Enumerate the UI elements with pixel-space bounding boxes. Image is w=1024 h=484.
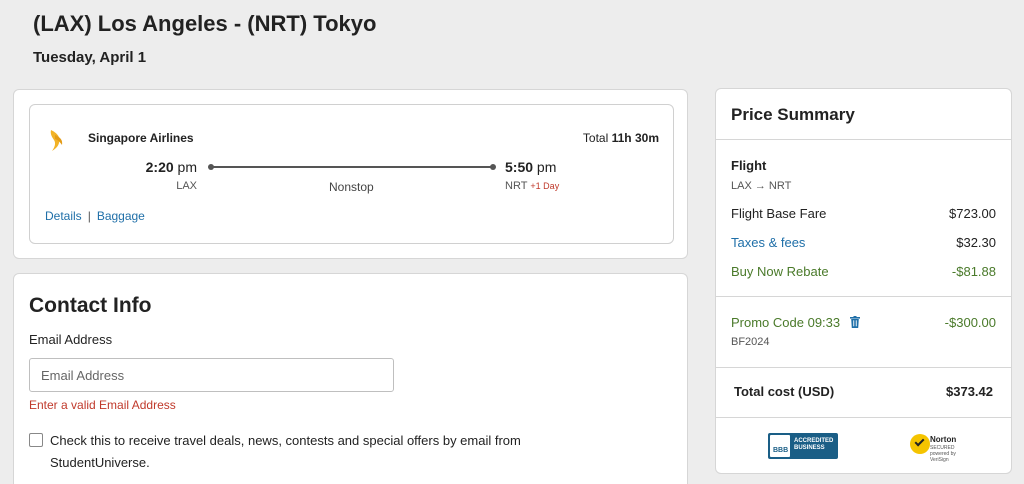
arrival-period: pm: [536, 159, 557, 175]
norton-text: Norton: [930, 435, 957, 444]
taxes-fees-value: $32.30: [956, 235, 996, 250]
departure-airport-code: LAX: [176, 180, 197, 192]
arrival-airport-code: NRT: [505, 180, 528, 192]
divider: [716, 139, 1011, 140]
day-offset-badge: +1 Day: [530, 181, 560, 191]
norton-check-icon: [910, 434, 930, 454]
flight-segment: Singapore Airlines Total 11h 30m 2:20 pm…: [29, 104, 674, 244]
promo-code-row: Promo Code 09:33: [731, 315, 860, 330]
trash-icon[interactable]: [849, 316, 860, 328]
email-error-message: Enter a valid Email Address: [29, 398, 176, 412]
norton-secured-text: SECURED powered by VeriSign: [930, 445, 960, 463]
divider: [716, 417, 1011, 418]
price-summary-title: Price Summary: [731, 105, 855, 124]
departure-period: pm: [177, 159, 197, 175]
bbb-accredited-text: ACCREDITED BUSINESS: [794, 438, 834, 451]
total-duration-value: 11h 30m: [611, 131, 659, 145]
route-line: [211, 166, 493, 168]
total-duration: Total 11h 30m: [583, 131, 659, 145]
taxes-fees-link[interactable]: Taxes & fees: [731, 235, 805, 250]
arrival-time-value: 5:50: [505, 159, 534, 175]
base-fare-value: $723.00: [949, 206, 996, 221]
total-cost-value: $373.42: [946, 384, 993, 399]
bbb-seal-icon: BBB: [770, 435, 790, 457]
page-title: (LAX) Los Angeles - (NRT) Tokyo: [33, 11, 377, 36]
divider: [716, 296, 1011, 297]
promo-code-value: BF2024: [731, 336, 770, 348]
flight-links: Details | Baggage: [45, 209, 145, 223]
bbb-accredited-badge[interactable]: BBB ACCREDITED BUSINESS: [768, 433, 838, 459]
airline-name: Singapore Airlines: [88, 131, 194, 145]
contact-info-card: Contact Info Email Address Enter a valid…: [13, 273, 688, 484]
divider: [716, 367, 1011, 368]
base-fare-label: Flight Base Fare: [731, 206, 827, 221]
arrival-time: 5:50 pm: [505, 159, 556, 175]
arrival-airport: NRT +1 Day: [505, 180, 559, 192]
link-separator: |: [87, 209, 91, 223]
bbb-seal-text: BBB: [773, 447, 789, 454]
promo-code-label: Promo Code 09:33: [731, 315, 841, 330]
rebate-label: Buy Now Rebate: [731, 264, 829, 279]
baggage-link[interactable]: Baggage: [97, 209, 145, 223]
departure-time: 2:20 pm: [146, 159, 197, 175]
route-end-dot: [490, 164, 496, 170]
opt-in-checkbox[interactable]: [29, 433, 43, 447]
departure-time-value: 2:20: [145, 159, 174, 175]
email-field[interactable]: [29, 358, 394, 392]
price-summary-card: Price Summary Flight LAX → NRT Flight Ba…: [715, 88, 1012, 474]
total-cost-label: Total cost (USD): [734, 384, 835, 399]
rebate-value: -$81.88: [951, 264, 996, 279]
flight-route: LAX → NRT: [731, 180, 792, 192]
norton-secured-badge[interactable]: Norton SECURED powered by VeriSign: [910, 432, 960, 463]
flight-section-title: Flight: [731, 158, 767, 173]
email-label: Email Address: [29, 332, 113, 347]
contact-info-title: Contact Info: [29, 294, 152, 317]
singapore-airlines-bird-icon: [50, 130, 63, 151]
norton-powered-label: powered by VeriSign: [930, 451, 956, 463]
stops-label: Nonstop: [329, 180, 374, 194]
opt-in-label[interactable]: Check this to receive travel deals, news…: [50, 430, 590, 474]
promo-value: -$300.00: [944, 315, 996, 330]
travel-date: Tuesday, April 1: [33, 49, 147, 66]
details-link[interactable]: Details: [45, 209, 82, 223]
flight-card: Singapore Airlines Total 11h 30m 2:20 pm…: [13, 89, 688, 259]
total-label: Total: [582, 131, 609, 145]
